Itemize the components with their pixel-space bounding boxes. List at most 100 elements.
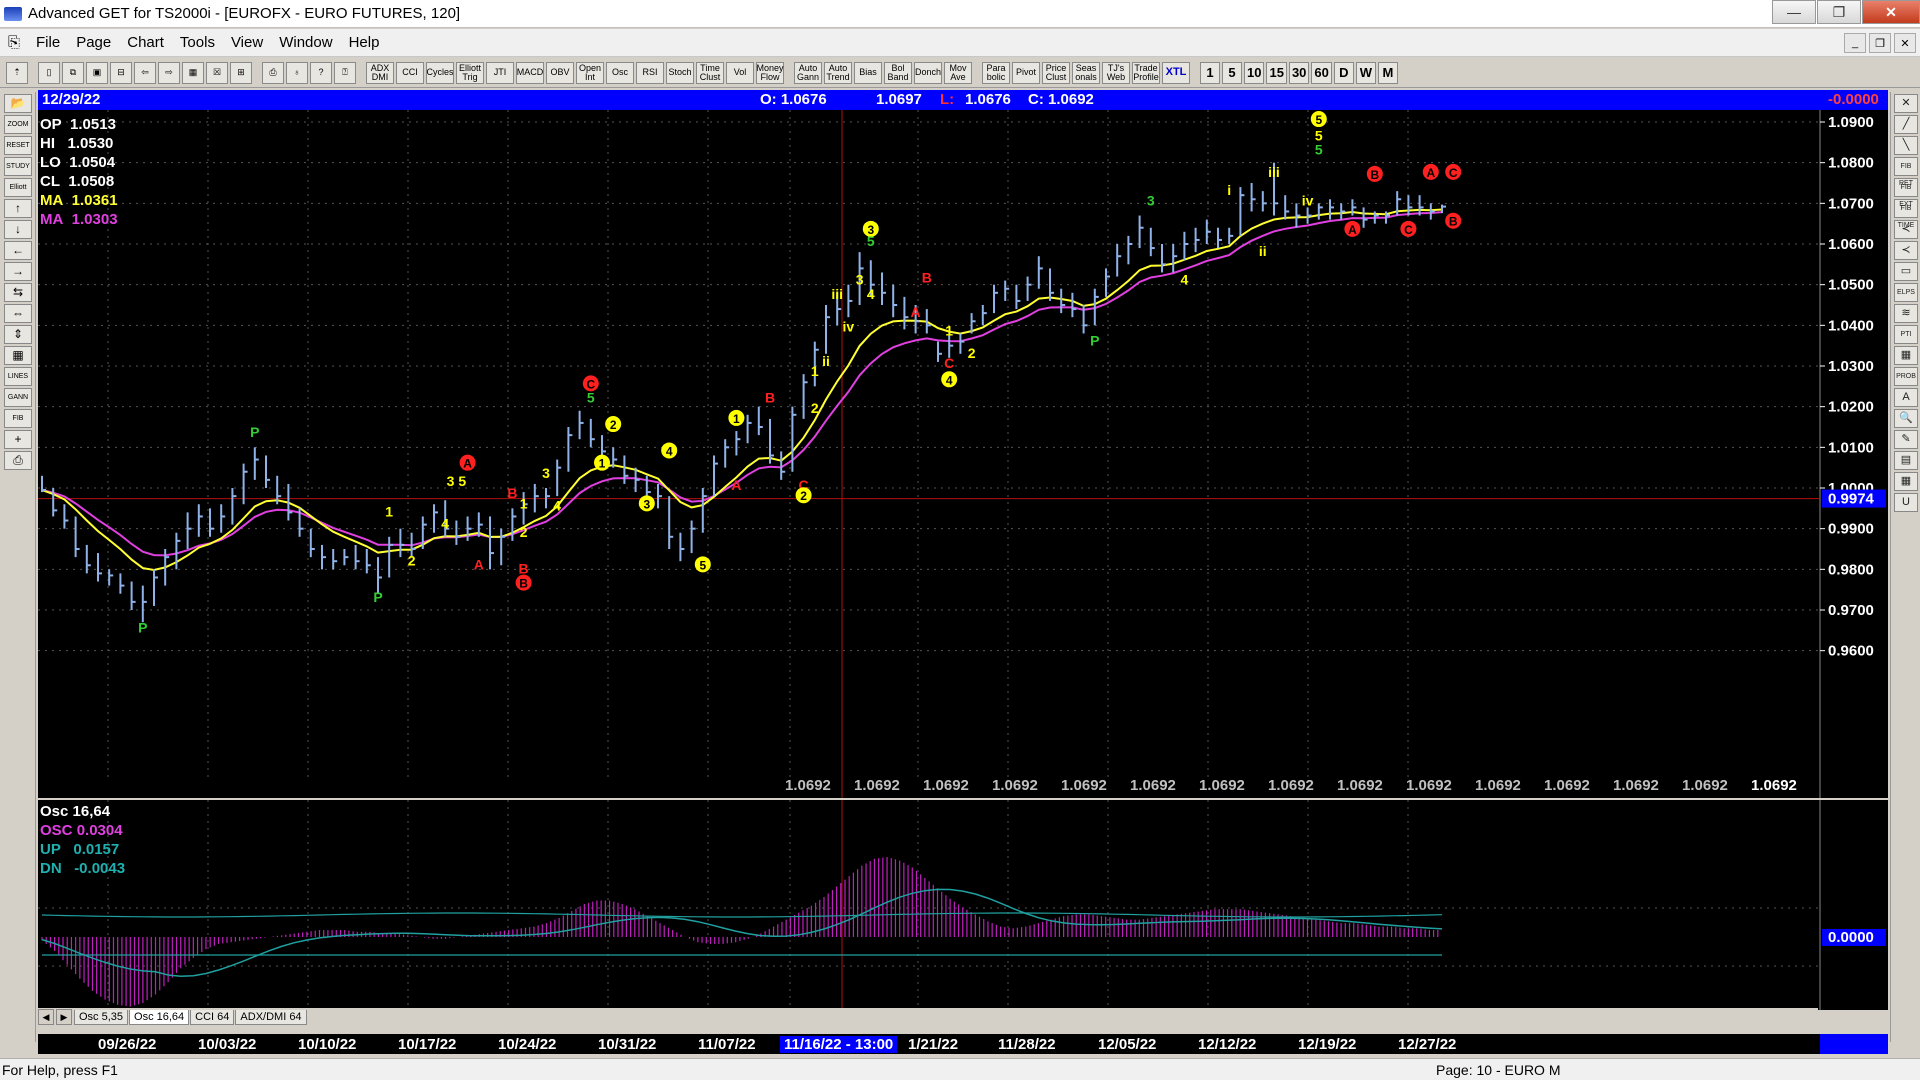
tab-osc-5-35[interactable]: Osc 5,35	[74, 1009, 129, 1025]
left-tool-1-icon[interactable]: ZOOM	[4, 115, 32, 134]
study-button-cycles[interactable]: Cycles	[426, 61, 454, 84]
left-tool-17-icon[interactable]: ⎙	[4, 451, 32, 470]
menu-help[interactable]: Help	[341, 34, 388, 51]
mdi-close-button[interactable]: ✕	[1894, 33, 1916, 53]
forward-icon[interactable]: ⇨	[158, 61, 180, 84]
tab-cci-64[interactable]: CCI 64	[190, 1009, 235, 1025]
idea-icon[interactable]: ♁	[286, 61, 308, 84]
left-tool-5-icon[interactable]: ↑	[4, 199, 32, 218]
left-tool-15-icon[interactable]: FIB	[4, 409, 32, 428]
tab-osc-16-64[interactable]: Osc 16,64	[129, 1009, 190, 1025]
right-tool-18-icon[interactable]: ▦	[1894, 472, 1918, 491]
context-help-icon[interactable]: ⍰	[334, 61, 356, 84]
study-button-adx-dmi[interactable]: ADX DMI	[366, 61, 394, 84]
left-tool-2-icon[interactable]: RESET	[4, 136, 32, 155]
menu-page[interactable]: Page	[68, 34, 119, 51]
close-button[interactable]: ✕	[1862, 0, 1920, 24]
study-button-time-clust[interactable]: Time Clust	[696, 61, 724, 84]
study-button-bias[interactable]: Bias	[854, 61, 882, 84]
left-tool-0-icon[interactable]: 📂	[4, 94, 32, 113]
timeframe-button-60[interactable]: 60	[1311, 61, 1332, 84]
right-tool-1-icon[interactable]: ╱	[1894, 115, 1918, 134]
left-tool-9-icon[interactable]: ⇆	[4, 283, 32, 302]
timeframe-button-10[interactable]: 10	[1244, 61, 1265, 84]
print-icon[interactable]: ⎙	[262, 61, 284, 84]
restore-button[interactable]: ❐	[1817, 0, 1861, 24]
study-button-para-bolic[interactable]: Para bolic	[982, 61, 1010, 84]
study-button-xtl[interactable]: XTL	[1162, 61, 1190, 84]
study-button-cci[interactable]: CCI	[396, 61, 424, 84]
study-button-trade-profile[interactable]: Trade Profile	[1132, 61, 1160, 84]
menu-window[interactable]: Window	[271, 34, 340, 51]
tab-scroll-left[interactable]: ◀	[38, 1009, 54, 1025]
layout-icon[interactable]: ⊞	[230, 61, 252, 84]
save-icon[interactable]: ▣	[86, 61, 108, 84]
timeframe-button-15[interactable]: 15	[1266, 61, 1287, 84]
timeframe-button-30[interactable]: 30	[1288, 61, 1310, 84]
timeframe-button-1[interactable]: 1	[1200, 61, 1220, 84]
right-tool-15-icon[interactable]: 🔍	[1894, 409, 1918, 428]
left-tool-3-icon[interactable]: STUDY	[4, 157, 32, 176]
timeframe-button-m[interactable]: M	[1377, 61, 1398, 84]
study-button-elliott-trig[interactable]: Elliott Trig	[456, 61, 484, 84]
left-tool-6-icon[interactable]: ↓	[4, 220, 32, 239]
grid-icon[interactable]: ▦	[182, 61, 204, 84]
study-button-stoch[interactable]: Stoch	[666, 61, 694, 84]
left-tool-16-icon[interactable]: +	[4, 430, 32, 449]
right-tool-8-icon[interactable]: ▭	[1894, 262, 1918, 281]
left-tool-8-icon[interactable]: →	[4, 262, 32, 281]
right-tool-0-icon[interactable]: ✕	[1894, 94, 1918, 113]
study-button-mov-ave[interactable]: Mov Ave	[944, 61, 972, 84]
delete-icon[interactable]: ☒	[206, 61, 228, 84]
study-button-auto-gann[interactable]: Auto Gann	[794, 61, 822, 84]
price-chart[interactable]: 1.0900 1.0800 1.0700 1.0600 1.0500 1.0400 1.03…	[38, 110, 1888, 798]
study-button-auto-trend[interactable]: Auto Trend	[824, 61, 852, 84]
timeframe-button-w[interactable]: W	[1355, 61, 1376, 84]
study-button-macd[interactable]: MACD	[516, 61, 544, 84]
right-tool-9-icon[interactable]: ELPS	[1894, 283, 1918, 302]
right-tool-7-icon[interactable]: ≺	[1894, 241, 1918, 260]
left-tool-7-icon[interactable]: ←	[4, 241, 32, 260]
timeframe-button-d[interactable]: D	[1333, 61, 1354, 84]
study-button-vol[interactable]: Vol	[726, 61, 754, 84]
study-button-pivot[interactable]: Pivot	[1012, 61, 1040, 84]
oscillator-svg[interactable]: 0.0000	[38, 800, 1888, 1010]
right-tool-17-icon[interactable]: ▤	[1894, 451, 1918, 470]
study-button-price-clust[interactable]: Price Clust	[1042, 61, 1070, 84]
left-tool-14-icon[interactable]: GANN	[4, 388, 32, 407]
oscillator-pane[interactable]: 0.0000 Osc 16,64 OSC 0.0304 UP 0.0157 DN…	[38, 800, 1888, 1010]
right-tool-4-icon[interactable]: FIB EXT	[1894, 178, 1918, 208]
left-tool-4-icon[interactable]: Elliott	[4, 178, 32, 197]
open-icon[interactable]: ⊟	[110, 61, 132, 84]
study-button-open-int[interactable]: Open Int	[576, 61, 604, 84]
mdi-minimize-button[interactable]: _	[1844, 33, 1866, 53]
menu-chart[interactable]: Chart	[119, 34, 172, 51]
study-button-osc[interactable]: Osc	[606, 61, 634, 84]
right-tool-11-icon[interactable]: PTI	[1894, 325, 1918, 344]
right-tool-10-icon[interactable]: ≋	[1894, 304, 1918, 323]
doc-icon[interactable]: ⎘	[0, 34, 28, 51]
left-tool-11-icon[interactable]: ⇕	[4, 325, 32, 344]
left-tool-10-icon[interactable]: ⇔	[4, 304, 32, 323]
back-icon[interactable]: ⇦	[134, 61, 156, 84]
right-tool-2-icon[interactable]: ╲	[1894, 136, 1918, 155]
study-button-seas-onals[interactable]: Seas onals	[1072, 61, 1100, 84]
menu-file[interactable]: File	[28, 34, 68, 51]
left-tool-12-icon[interactable]: ▦	[4, 346, 32, 365]
right-tool-14-icon[interactable]: A	[1894, 388, 1918, 407]
menu-view[interactable]: View	[223, 34, 271, 51]
tab-adx-dmi-64[interactable]: ADX/DMI 64	[235, 1009, 307, 1025]
study-button-rsi[interactable]: RSI	[636, 61, 664, 84]
right-tool-12-icon[interactable]: ▦	[1894, 346, 1918, 365]
study-button-donch[interactable]: Donch	[914, 61, 942, 84]
right-tool-16-icon[interactable]: ✎	[1894, 430, 1918, 449]
minimize-button[interactable]: —	[1772, 0, 1816, 24]
mdi-restore-button[interactable]: ❐	[1869, 33, 1891, 53]
study-button-tj-s-web[interactable]: TJ's Web	[1102, 61, 1130, 84]
right-tool-13-icon[interactable]: PROB	[1894, 367, 1918, 386]
pointer-tool-icon[interactable]: ⇡	[6, 61, 28, 84]
new-icon[interactable]: ▯	[38, 61, 60, 84]
help-icon[interactable]: ?	[310, 61, 332, 84]
menu-tools[interactable]: Tools	[172, 34, 223, 51]
right-tool-19-icon[interactable]: U	[1894, 493, 1918, 512]
